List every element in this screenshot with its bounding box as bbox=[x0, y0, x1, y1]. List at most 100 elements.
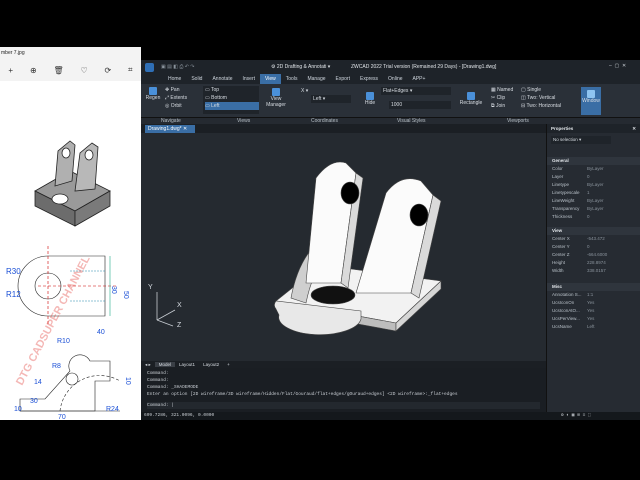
property-value: ByLayer bbox=[587, 198, 604, 203]
hide-value-field[interactable]: 1000 bbox=[389, 101, 451, 109]
tab-home[interactable]: Home bbox=[163, 74, 186, 84]
ucs-select[interactable]: Left ▾ bbox=[311, 95, 351, 103]
dim-r8: R8 bbox=[52, 363, 61, 370]
tab-manage[interactable]: Manage bbox=[302, 74, 330, 84]
property-row[interactable]: UcsIconAtO... Yes bbox=[547, 307, 640, 315]
delete-icon[interactable]: 🗑 bbox=[53, 66, 63, 75]
zoom-in-icon[interactable]: ⊕ bbox=[30, 66, 37, 75]
zwcad-window: ▣ ▤ ◧ ⎙ ↶ ↷ ⚙ 2D Drafting & Annotati ▾ Z… bbox=[141, 60, 640, 420]
property-value: 0 bbox=[587, 174, 590, 179]
window-controls[interactable]: – ▢ ✕ bbox=[609, 63, 626, 69]
view-top[interactable]: ▭ Top bbox=[205, 86, 259, 94]
two-vertical-button[interactable]: ◫ Two: Vertical bbox=[521, 94, 561, 102]
property-label: UcsIconOn bbox=[552, 300, 575, 305]
property-row[interactable]: UcsName Left bbox=[547, 323, 640, 331]
title-bar: ▣ ▤ ◧ ⎙ ↶ ↷ ⚙ 2D Drafting & Annotati ▾ Z… bbox=[141, 60, 640, 74]
command-line: Enter an option [2D wireframe/3D wirefra… bbox=[147, 392, 458, 397]
selection-select[interactable]: No selection ▾ bbox=[551, 136, 611, 144]
extents-label: Extents bbox=[170, 95, 188, 101]
orbit-button[interactable]: ◎ Orbit bbox=[165, 102, 187, 110]
layout-tab-add[interactable]: + bbox=[223, 362, 234, 367]
hide-button[interactable]: Hide bbox=[363, 92, 377, 106]
layout-tab-layout1[interactable]: Layout1 bbox=[175, 362, 199, 367]
view-bottom-label: Bottom bbox=[211, 95, 227, 101]
property-label: Width bbox=[552, 268, 564, 273]
rotate-icon[interactable]: ⟳ bbox=[105, 66, 112, 75]
status-tools-icons[interactable]: ⚙ ◐ ▦ ⊞ ≡ ⬚ bbox=[561, 412, 591, 420]
command-input[interactable]: Command: | bbox=[147, 402, 540, 409]
close-icon[interactable]: ✕ bbox=[632, 124, 636, 133]
quick-access-icons[interactable]: ▣ ▤ ◧ ⎙ ↶ ↷ bbox=[161, 64, 195, 70]
section-misc[interactable]: Misc bbox=[547, 283, 640, 291]
tab-view[interactable]: View bbox=[260, 74, 281, 84]
layout-nav-icons[interactable]: ◂ ▸ bbox=[141, 362, 155, 368]
property-label: LineWeight bbox=[552, 198, 575, 203]
ucs-icon: Y X Z bbox=[147, 284, 187, 329]
property-row[interactable]: Center Z -664.6000 bbox=[547, 251, 640, 259]
property-row[interactable]: LineWeight ByLayer bbox=[547, 197, 640, 205]
layout-tab-model[interactable]: Model bbox=[154, 362, 176, 367]
tab-app-[interactable]: APP+ bbox=[408, 74, 431, 84]
property-row[interactable]: Transparency ByLayer bbox=[547, 205, 640, 213]
property-row[interactable]: Annotation S... 1:1 bbox=[547, 291, 640, 299]
doc-tab-drawing1[interactable]: Drawing1.dwg* ✕ bbox=[145, 125, 195, 133]
layout-tab-layout2[interactable]: Layout2 bbox=[199, 362, 223, 367]
named-button[interactable]: ▦ Named bbox=[491, 86, 513, 94]
visual-style-select[interactable]: Flat+Edges ▾ bbox=[381, 87, 451, 95]
command-line: Command: _SHADEMODE bbox=[147, 385, 199, 390]
window-button[interactable]: Window bbox=[581, 87, 601, 115]
viewport-layout-group: ▢ Single ◫ Two: Vertical ⊟ Two: Horizont… bbox=[521, 86, 561, 110]
command-prompt: Command: bbox=[147, 403, 169, 408]
two-vertical-label: Two: Vertical bbox=[527, 95, 556, 101]
property-row[interactable]: UcsPerView... Yes bbox=[547, 315, 640, 323]
property-row[interactable]: UcsIconOn Yes bbox=[547, 299, 640, 307]
single-button[interactable]: ▢ Single bbox=[521, 86, 561, 94]
tab-express[interactable]: Express bbox=[355, 74, 383, 84]
property-label: Center Y bbox=[552, 244, 570, 249]
pan-button[interactable]: ✥ Pan bbox=[165, 86, 187, 94]
regen-button[interactable]: Regen bbox=[145, 87, 161, 101]
property-row[interactable]: Height 228.8974 bbox=[547, 259, 640, 267]
section-view[interactable]: View bbox=[547, 227, 640, 235]
property-value: -664.6000 bbox=[587, 252, 608, 257]
crop-icon[interactable]: ⌗ bbox=[128, 65, 133, 75]
property-row[interactable]: Width 338.0157 bbox=[547, 267, 640, 275]
tab-insert[interactable]: Insert bbox=[238, 74, 261, 84]
navigate-group: ✥ Pan ⤢ Extents ◎ Orbit bbox=[165, 86, 187, 110]
model-viewport[interactable]: Y X Z bbox=[141, 133, 546, 365]
property-value: Yes bbox=[587, 316, 595, 321]
clip-button[interactable]: ✂ Clip bbox=[491, 94, 513, 102]
property-row[interactable]: Center X -543.472 bbox=[547, 235, 640, 243]
property-row[interactable]: Center Y 0 bbox=[547, 243, 640, 251]
section-general[interactable]: General bbox=[547, 157, 640, 165]
view-left[interactable]: ▭ Left bbox=[205, 102, 259, 110]
property-row[interactable]: Thickness 0 bbox=[547, 213, 640, 221]
dim-30: 30 bbox=[110, 286, 117, 294]
tab-export[interactable]: Export bbox=[331, 74, 355, 84]
favorite-icon[interactable]: ♡ bbox=[80, 66, 87, 75]
property-value: ByLayer bbox=[587, 206, 604, 211]
property-row[interactable]: Layer 0 bbox=[547, 173, 640, 181]
two-horizontal-button[interactable]: ⊟ Two: Horizontal bbox=[521, 102, 561, 110]
rectangle-button[interactable]: Rectangle bbox=[457, 92, 485, 106]
add-icon[interactable]: + bbox=[8, 66, 13, 75]
property-row[interactable]: Color ByLayer bbox=[547, 165, 640, 173]
reference-drawing: R30 R12 50 30 R10 40 R8 10 R24 70 10 30 … bbox=[6, 140, 131, 420]
view-bottom[interactable]: ▭ Bottom bbox=[205, 94, 259, 102]
ucs-x-button[interactable]: X ▾ bbox=[301, 87, 351, 95]
view-manager-button[interactable]: View Manager bbox=[265, 88, 287, 108]
tab-online[interactable]: Online bbox=[383, 74, 407, 84]
tab-annotate[interactable]: Annotate bbox=[207, 74, 237, 84]
view-manager-icon bbox=[272, 88, 280, 96]
tab-tools[interactable]: Tools bbox=[281, 74, 303, 84]
join-button[interactable]: ⧉ Join bbox=[491, 102, 513, 110]
ribbon-panel: Regen ✥ Pan ⤢ Extents ◎ Orbit ▭ Top ▭ Bo… bbox=[141, 84, 640, 118]
tab-solid[interactable]: Solid bbox=[186, 74, 207, 84]
workspace-selector[interactable]: ⚙ 2D Drafting & Annotati ▾ bbox=[271, 64, 330, 70]
views-list: ▭ Top ▭ Bottom ▭ Left bbox=[203, 86, 259, 114]
property-value: 0 bbox=[587, 244, 590, 249]
property-row[interactable]: Linetypescale 1 bbox=[547, 189, 640, 197]
dim-50: 50 bbox=[122, 291, 129, 299]
extents-button[interactable]: ⤢ Extents bbox=[165, 94, 187, 102]
property-row[interactable]: Linetype ByLayer bbox=[547, 181, 640, 189]
